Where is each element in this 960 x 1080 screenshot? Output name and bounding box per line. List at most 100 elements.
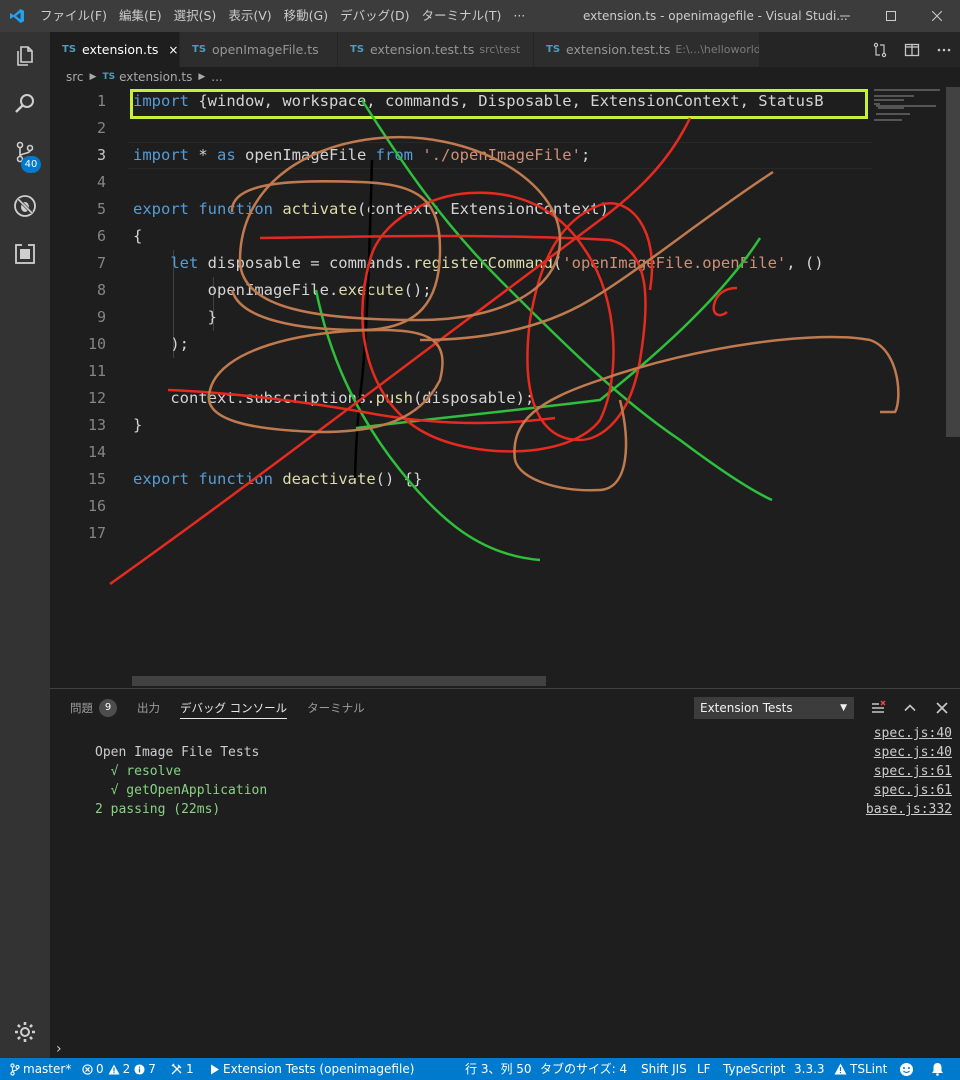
horizontal-scrollbar-thumb[interactable] bbox=[132, 676, 546, 686]
tab-problems[interactable]: 問題 9 bbox=[70, 689, 117, 727]
menu-selection[interactable]: 選択(S) bbox=[168, 0, 223, 32]
file-encoding[interactable]: Shift JIS bbox=[641, 1058, 687, 1080]
problems-status[interactable]: 0 2 7 bbox=[82, 1058, 156, 1080]
code-content[interactable]: import {window, workspace, commands, Dis… bbox=[133, 87, 873, 688]
line-number: 13 bbox=[87, 416, 106, 434]
extensions-button[interactable] bbox=[0, 230, 50, 278]
tab-extension-ts[interactable]: TS extension.ts × bbox=[50, 32, 180, 67]
more-actions-button[interactable] bbox=[928, 32, 960, 67]
close-tab-icon[interactable]: × bbox=[168, 43, 178, 57]
line-number: 12 bbox=[87, 389, 106, 407]
menu-view[interactable]: 表示(V) bbox=[222, 0, 277, 32]
debug-launch-status[interactable]: Extension Tests (openimagefile) bbox=[210, 1058, 414, 1080]
close-window-button[interactable] bbox=[914, 0, 960, 32]
code-text: , () bbox=[786, 254, 824, 272]
split-editor-icon bbox=[904, 43, 920, 56]
language-mode[interactable]: TypeScript bbox=[723, 1058, 785, 1080]
breadcrumb: src ▶ TS extension.ts ▶ ... bbox=[50, 67, 960, 87]
line-number: 1 bbox=[96, 92, 106, 110]
menu-go[interactable]: 移動(G) bbox=[278, 0, 334, 32]
debug-console-input[interactable]: › bbox=[50, 1040, 960, 1058]
clear-console-button[interactable] bbox=[866, 697, 890, 719]
feedback-button[interactable] bbox=[899, 1058, 917, 1080]
scrollbar-thumb[interactable] bbox=[946, 87, 960, 437]
notifications-button[interactable] bbox=[931, 1058, 947, 1080]
tslint-label: TSLint bbox=[850, 1062, 888, 1076]
code-line-6: { bbox=[133, 227, 143, 245]
keyword: as bbox=[217, 146, 236, 164]
menu-terminal[interactable]: ターミナル(T) bbox=[415, 0, 507, 32]
tab-terminal[interactable]: ターミナル bbox=[307, 689, 365, 727]
keyword: let bbox=[170, 254, 199, 272]
keyword: export bbox=[133, 470, 189, 488]
menu-debug[interactable]: デバッグ(D) bbox=[334, 0, 415, 32]
maximize-panel-button[interactable] bbox=[898, 697, 922, 719]
maximize-button[interactable] bbox=[868, 0, 914, 32]
tab-label: extension.ts bbox=[82, 42, 159, 57]
tab-extension-test-ts-src[interactable]: TS extension.test.ts src\test bbox=[338, 32, 534, 67]
minimize-button[interactable] bbox=[822, 0, 868, 32]
minimap-line bbox=[874, 119, 902, 121]
problems-count-badge: 9 bbox=[99, 699, 117, 717]
search-button[interactable] bbox=[0, 80, 50, 128]
git-branch-status[interactable]: master* bbox=[10, 1058, 71, 1080]
tab-debug-console[interactable]: デバッグ コンソール bbox=[180, 689, 288, 727]
cursor-position[interactable]: 行 3、列 50 bbox=[465, 1058, 532, 1080]
close-panel-button[interactable] bbox=[930, 697, 954, 719]
tools-count: 1 bbox=[186, 1062, 194, 1076]
tab-output[interactable]: 出力 bbox=[137, 689, 160, 727]
menu-more[interactable]: ··· bbox=[507, 0, 531, 32]
check-pass-text: √ getOpenApplication bbox=[95, 783, 268, 798]
settings-button[interactable] bbox=[0, 1008, 50, 1056]
tab-label: openImageFile.ts bbox=[212, 42, 319, 57]
typescript-version[interactable]: 3.3.3 bbox=[794, 1058, 825, 1080]
breadcrumb-symbols[interactable]: ... bbox=[211, 70, 222, 84]
warning-icon bbox=[108, 1064, 120, 1074]
end-of-line[interactable]: LF bbox=[697, 1058, 711, 1080]
source-link[interactable]: spec.js:40 bbox=[874, 724, 952, 743]
debug-session-select[interactable]: Extension Tests ▼ bbox=[694, 697, 854, 719]
ellipsis-icon bbox=[937, 48, 951, 51]
console-line: √ getOpenApplication bbox=[95, 781, 268, 800]
tab-label: extension.test.ts bbox=[370, 42, 475, 57]
breadcrumb-folder[interactable]: src bbox=[66, 70, 84, 84]
explorer-button[interactable] bbox=[0, 32, 50, 80]
tab-openimagefile-ts[interactable]: TS openImageFile.ts bbox=[180, 32, 338, 67]
console-line: √ resolve bbox=[95, 762, 181, 781]
source-link[interactable]: spec.js:40 bbox=[874, 743, 952, 762]
tools-icon bbox=[171, 1063, 182, 1074]
menu-file[interactable]: ファイル(F) bbox=[34, 0, 113, 32]
line-number: 3 bbox=[96, 146, 106, 164]
tab-size[interactable]: タブのサイズ: 4 bbox=[540, 1058, 627, 1080]
open-changes-button[interactable] bbox=[864, 32, 896, 67]
code-editor[interactable]: 1 2 3 4 5 6 7 8 9 10 11 12 13 14 15 16 1… bbox=[50, 87, 960, 688]
keyword: function bbox=[198, 200, 273, 218]
code-line-10: ); bbox=[133, 335, 189, 353]
line-number: 11 bbox=[87, 362, 106, 380]
chevron-right-icon: ▶ bbox=[89, 72, 97, 82]
vertical-scrollbar[interactable] bbox=[946, 87, 960, 688]
minimap-line bbox=[874, 89, 940, 91]
window-title: extension.ts - openimagefile - Visual St… bbox=[583, 9, 848, 23]
play-icon bbox=[211, 1064, 219, 1074]
breadcrumb-file[interactable]: extension.ts bbox=[119, 70, 192, 84]
tab-extension-test-ts-helloworld[interactable]: TS extension.test.ts E:\...\helloworld\.… bbox=[534, 32, 760, 67]
source-link[interactable]: spec.js:61 bbox=[874, 762, 952, 781]
minimap-line bbox=[876, 113, 910, 115]
split-editor-button[interactable] bbox=[896, 32, 928, 67]
close-icon bbox=[936, 702, 948, 714]
code-line-15: export function deactivate() {} bbox=[133, 466, 422, 493]
minimap[interactable] bbox=[872, 87, 946, 688]
menu-edit[interactable]: 編集(E) bbox=[113, 0, 168, 32]
keyword: from bbox=[375, 146, 413, 164]
menu-bar: ファイル(F) 編集(E) 選択(S) 表示(V) 移動(G) デバッグ(D) … bbox=[34, 0, 531, 32]
branch-name: master* bbox=[23, 1062, 72, 1076]
tslint-status[interactable]: TSLint bbox=[834, 1058, 887, 1080]
source-link[interactable]: base.js:332 bbox=[866, 800, 952, 819]
debug-button[interactable] bbox=[0, 182, 50, 230]
source-link[interactable]: spec.js:61 bbox=[874, 781, 952, 800]
tools-status[interactable]: 1 bbox=[170, 1058, 194, 1080]
extensions-icon bbox=[15, 244, 35, 264]
line-number: 14 bbox=[87, 443, 106, 461]
